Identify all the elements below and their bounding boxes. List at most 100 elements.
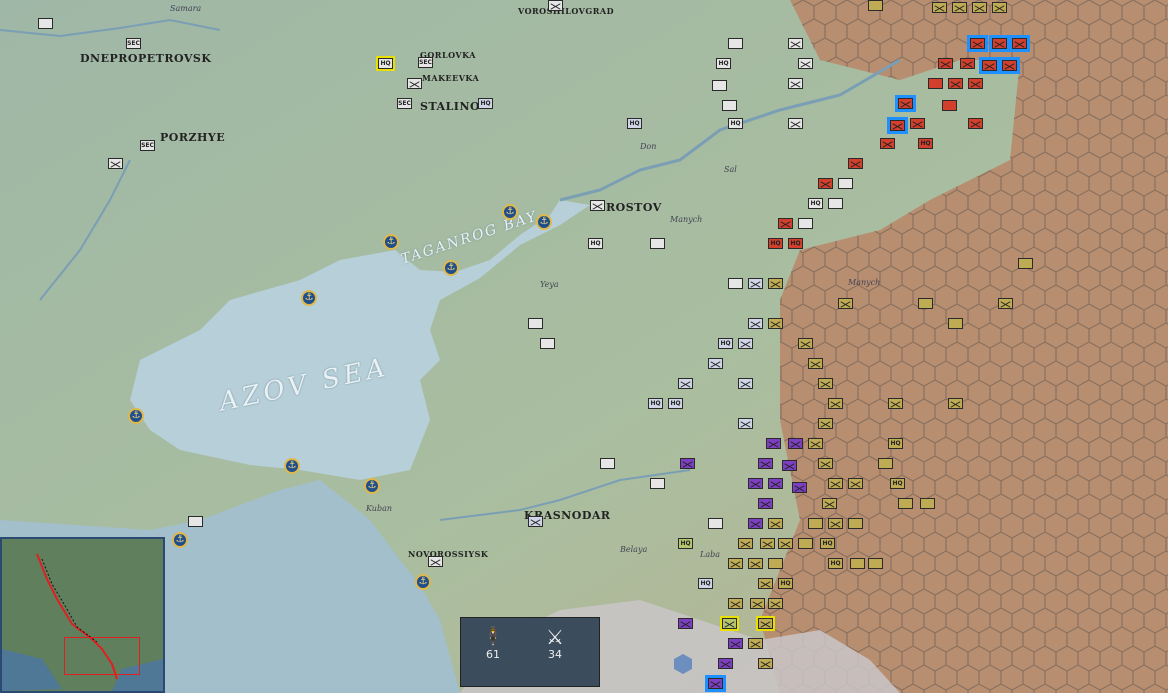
unit-counter-infantry[interactable] — [968, 78, 983, 89]
unit-counter-infantry[interactable] — [750, 598, 765, 609]
unit-counter[interactable] — [38, 18, 53, 29]
unit-counter-infantry[interactable] — [108, 158, 123, 169]
unit-counter-infantry[interactable] — [728, 598, 743, 609]
unit-counter-hq[interactable]: HQ — [716, 58, 731, 69]
unit-counter-infantry[interactable] — [848, 478, 863, 489]
unit-counter-hq[interactable]: HQ — [698, 578, 713, 589]
unit-counter-hq[interactable]: HQ — [890, 478, 905, 489]
unit-counter[interactable] — [798, 538, 813, 549]
unit-counter-infantry[interactable] — [748, 278, 763, 289]
unit-counter-infantry-selected[interactable] — [887, 117, 908, 134]
unit-counter-infantry-selected[interactable] — [967, 35, 988, 52]
unit-counter-infantry[interactable] — [808, 438, 823, 449]
unit-counter-infantry[interactable] — [758, 578, 773, 589]
unit-counter-hq[interactable]: HQ — [918, 138, 933, 149]
unit-counter-infantry[interactable] — [828, 398, 843, 409]
unit-counter[interactable] — [188, 516, 203, 527]
anchor-icon[interactable]: ⚓ — [284, 458, 300, 474]
unit-counter-hq[interactable]: HQ — [778, 578, 793, 589]
unit-counter[interactable] — [650, 478, 665, 489]
unit-counter-infantry-selected[interactable] — [989, 35, 1010, 52]
anchor-icon[interactable]: ⚓ — [502, 204, 518, 220]
unit-counter-hq[interactable]: HQ — [588, 238, 603, 249]
unit-counter-infantry[interactable] — [952, 2, 967, 13]
unit-counter-infantry[interactable] — [778, 538, 793, 549]
anchor-icon[interactable]: ⚓ — [536, 214, 552, 230]
unit-counter-infantry[interactable] — [948, 398, 963, 409]
unit-counter[interactable] — [828, 198, 843, 209]
unit-counter-infantry[interactable] — [748, 518, 763, 529]
unit-counter-hq[interactable]: HQ — [627, 118, 642, 129]
minimap-viewport[interactable] — [64, 637, 140, 675]
unit-counter-infantry[interactable] — [782, 460, 797, 471]
anchor-icon[interactable]: ⚓ — [301, 290, 317, 306]
unit-counter-infantry[interactable] — [910, 118, 925, 129]
unit-counter-infantry[interactable] — [828, 478, 843, 489]
unit-counter[interactable] — [712, 80, 727, 91]
anchor-icon[interactable]: ⚓ — [443, 260, 459, 276]
unit-counter-infantry[interactable] — [932, 2, 947, 13]
unit-counter[interactable] — [868, 0, 883, 11]
unit-counter-infantry[interactable] — [528, 516, 543, 527]
anchor-icon[interactable]: ⚓ — [415, 574, 431, 590]
unit-counter-sec[interactable]: SEC — [140, 140, 155, 151]
unit-counter-infantry[interactable] — [760, 538, 775, 549]
unit-counter-infantry[interactable] — [818, 418, 833, 429]
unit-counter[interactable] — [942, 100, 957, 111]
unit-counter-infantry-selected[interactable] — [1009, 35, 1030, 52]
unit-counter-infantry[interactable] — [748, 638, 763, 649]
unit-counter-infantry[interactable] — [838, 298, 853, 309]
unit-counter-infantry[interactable] — [758, 498, 773, 509]
unit-counter-infantry[interactable] — [678, 378, 693, 389]
unit-counter-infantry[interactable] — [888, 398, 903, 409]
unit-counter[interactable] — [798, 218, 813, 229]
unit-counter-infantry[interactable] — [758, 458, 773, 469]
unit-counter-infantry[interactable] — [738, 538, 753, 549]
unit-counter-hq[interactable]: HQ — [788, 238, 803, 249]
unit-counter-infantry[interactable] — [728, 558, 743, 569]
unit-counter-infantry[interactable] — [758, 658, 773, 669]
unit-counter-infantry[interactable] — [720, 616, 739, 631]
unit-counter[interactable] — [1018, 258, 1033, 269]
unit-counter[interactable] — [838, 178, 853, 189]
unit-counter-infantry[interactable] — [818, 378, 833, 389]
unit-counter-hq[interactable]: HQ — [668, 398, 683, 409]
unit-counter[interactable] — [920, 498, 935, 509]
unit-counter-infantry[interactable] — [756, 616, 775, 631]
unit-counter-infantry[interactable] — [590, 200, 605, 211]
unit-counter-infantry[interactable] — [718, 658, 733, 669]
unit-counter-infantry[interactable] — [407, 78, 422, 89]
unit-counter-infantry[interactable] — [748, 478, 763, 489]
unit-counter[interactable] — [528, 318, 543, 329]
unit-counter-infantry[interactable] — [938, 58, 953, 69]
unit-counter-infantry[interactable] — [768, 598, 783, 609]
unit-counter-infantry[interactable] — [728, 638, 743, 649]
unit-counter-infantry[interactable] — [778, 218, 793, 229]
unit-counter-hq[interactable]: HQ — [718, 338, 733, 349]
unit-counter-infantry[interactable] — [998, 298, 1013, 309]
unit-counter-hq[interactable]: HQ — [376, 56, 395, 71]
unit-counter[interactable] — [728, 278, 743, 289]
unit-counter-infantry[interactable] — [828, 518, 843, 529]
unit-counter-infantry[interactable] — [748, 318, 763, 329]
unit-counter-infantry[interactable] — [960, 58, 975, 69]
unit-counter-sec[interactable]: SEC — [126, 38, 141, 49]
unit-counter-infantry[interactable] — [880, 138, 895, 149]
unit-counter-infantry[interactable] — [992, 2, 1007, 13]
anchor-icon[interactable]: ⚓ — [383, 234, 399, 250]
unit-counter-infantry-selected[interactable] — [999, 57, 1020, 74]
unit-counter-infantry[interactable] — [848, 158, 863, 169]
unit-counter[interactable] — [768, 558, 783, 569]
unit-counter-sec[interactable]: SEC — [418, 57, 433, 68]
unit-counter-hq[interactable]: HQ — [768, 238, 783, 249]
unit-counter-infantry-selected[interactable] — [895, 95, 916, 112]
unit-counter-infantry[interactable] — [738, 338, 753, 349]
unit-counter[interactable] — [650, 238, 665, 249]
unit-counter[interactable] — [708, 518, 723, 529]
unit-counter-infantry[interactable] — [708, 358, 723, 369]
unit-counter-infantry[interactable] — [680, 458, 695, 469]
unit-counter-infantry[interactable] — [738, 418, 753, 429]
unit-counter-hq[interactable]: HQ — [648, 398, 663, 409]
unit-counter-infantry[interactable] — [788, 78, 803, 89]
unit-counter-infantry[interactable] — [766, 438, 781, 449]
